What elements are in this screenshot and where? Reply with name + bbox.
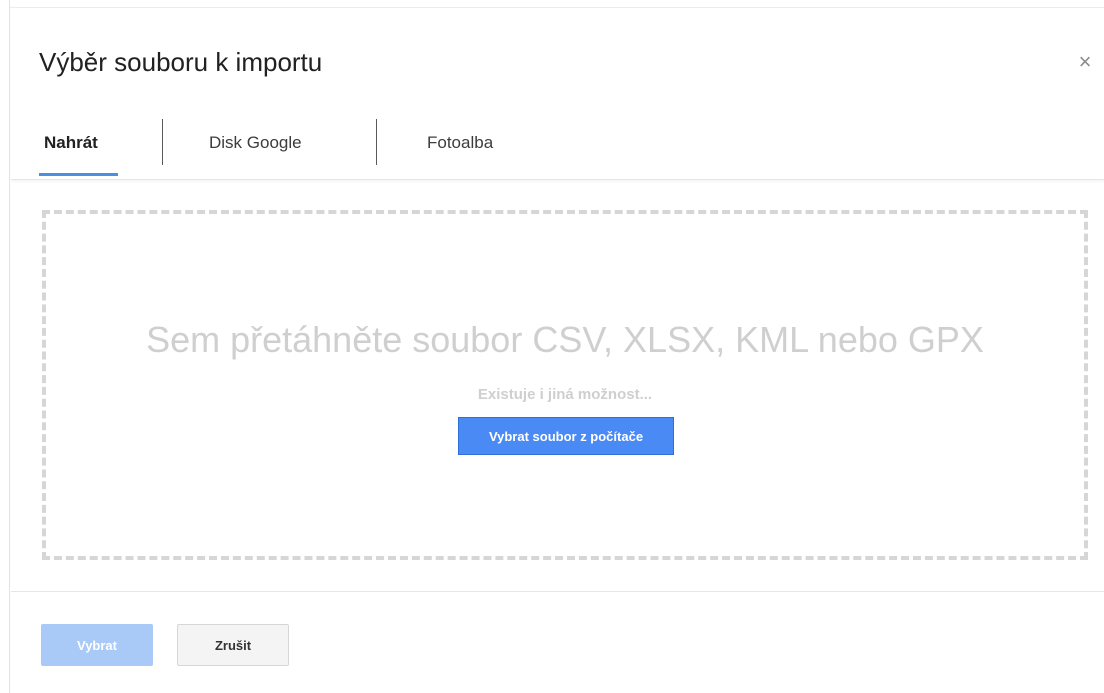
footer-divider [11, 591, 1104, 592]
tab-photo-albums[interactable]: Fotoalba [427, 125, 493, 161]
alternative-option-text: Existuje i jiná možnost... [477, 386, 653, 403]
close-icon[interactable]: × [1074, 51, 1096, 73]
choose-file-from-computer-button[interactable]: Vybrat soubor z počítače [458, 417, 674, 455]
tab-divider [376, 119, 377, 165]
file-drop-zone[interactable]: Sem přetáhněte soubor CSV, XLSX, KML neb… [42, 210, 1088, 560]
tab-upload[interactable]: Nahrát [44, 125, 98, 161]
tab-bar: Nahrát Disk Google Fotoalba [11, 109, 1104, 180]
cancel-button[interactable]: Zrušit [177, 624, 289, 666]
tab-divider [162, 119, 163, 165]
window-left-edge [0, 0, 10, 693]
tab-google-drive[interactable]: Disk Google [209, 125, 302, 161]
select-button[interactable]: Vybrat [41, 624, 153, 666]
active-tab-indicator [39, 173, 118, 176]
window-top-edge [0, 0, 1104, 8]
drop-instructions: Sem přetáhněte soubor CSV, XLSX, KML neb… [146, 319, 984, 360]
import-file-dialog: Výběr souboru k importu × Nahrát Disk Go… [11, 9, 1104, 693]
dialog-title: Výběr souboru k importu [39, 47, 323, 77]
